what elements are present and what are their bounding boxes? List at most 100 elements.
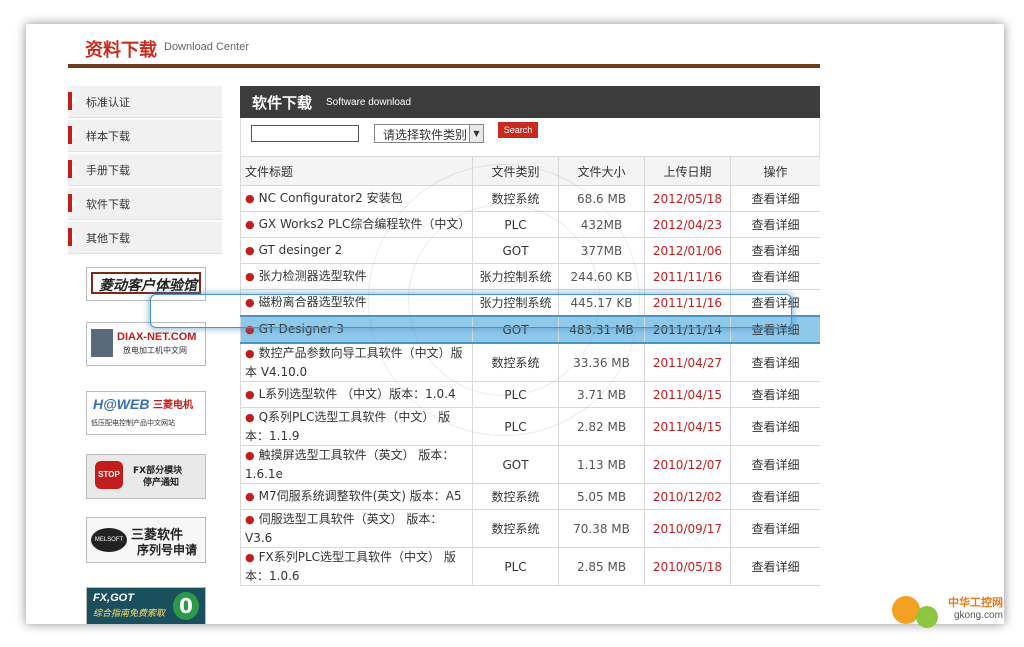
column-header-category: 文件类别 [472,156,559,186]
sidebar-item-other[interactable]: 其他下载 [68,222,222,254]
bullet-icon: ● [245,323,255,336]
file-size: 5.05 MB [558,483,645,510]
ad-banner-mitsubishi-electric[interactable]: H@WEB 三菱电机 低压配电控制产品中文网站 [86,391,206,435]
bullet-icon: ● [245,218,255,231]
arrow-right-icon [72,233,76,241]
gear-icon [916,606,938,628]
view-details-link-text: 查看详细 [751,420,800,434]
file-title-link-text: L系列选型软件 （中文）版本：1.0.4 [258,387,456,401]
melsoft-logo-icon: MELSOFT [91,528,127,552]
view-details-link[interactable]: 查看详细 [730,315,820,344]
file-size: 33.36 MB [558,342,645,382]
view-details-link[interactable]: 查看详细 [730,445,820,484]
column-header-title: 文件标题 [240,156,473,186]
file-title-link[interactable]: ● Q系列PLC选型工具软件（中文） 版本：1.1.9 [240,407,473,446]
ad-text: DIAX-NET.COM [117,331,197,343]
file-category: GOT [472,237,559,264]
file-title-link-text: 伺服选型工具软件（英文） 版本：V3.6 [245,512,443,545]
upload-date: 2011/04/15 [644,407,731,446]
file-category-text: PLC [504,419,527,434]
view-details-link[interactable]: 查看详细 [730,211,820,238]
file-category-text: 数控系统 [491,192,540,206]
view-details-link[interactable]: 查看详细 [730,342,820,382]
bullet-icon: ● [245,347,255,360]
ad-subtext: 序列号申请 [137,543,198,557]
watermark-url: gkong.com [954,610,1003,621]
file-size-text: 483.31 MB [569,322,634,337]
search-button[interactable]: Search [498,122,538,138]
file-title-link[interactable]: ● NC Configurator2 安装包 [240,185,473,212]
file-title-link[interactable]: ● 数控产品参数向导工具软件（中文）版本 V4.10.0 [240,342,473,382]
ad-banner-diax-net[interactable]: DIAX-NET.COM 放电加工机中文网 [86,322,206,366]
table-row: ● 磁粉离合器选型软件 张力控制系统 445.17 KB 2011/11/16 查看详细 [240,289,820,317]
view-details-link-text: 查看详细 [751,560,800,574]
ad-banner-fx-got-guide[interactable]: FX,GOT 综合指南免费索取 0 [86,587,206,624]
view-details-link-text: 查看详细 [751,458,800,472]
file-title-link[interactable]: ● L系列选型软件 （中文）版本：1.0.4 [240,381,473,408]
file-size-text: 5.05 MB [576,489,627,504]
bullet-icon: ● [245,244,255,257]
file-title-link-text: 数控产品参数向导工具软件（中文）版本 V4.10.0 [245,346,463,379]
category-select-value: 请选择软件类别 [382,128,467,142]
file-title-link[interactable]: ● 触摸屏选型工具软件（英文） 版本：1.6.1e [240,445,473,484]
page-header: 资料下载 Download Center [68,24,820,70]
upload-date-text: 2011/04/27 [652,355,723,370]
file-title-link-text: 磁粉离合器选型软件 [258,295,367,309]
file-title-link[interactable]: ● GX Works2 PLC综合编程软件（中文） [240,211,473,238]
view-details-link[interactable]: 查看详细 [730,483,820,510]
table-row: ● 伺服选型工具软件（英文） 版本：V3.6 数控系统 70.38 MB 2010/09… [240,509,820,548]
chevron-down-icon[interactable]: ▼ [469,125,483,142]
ad-subtext: 停产通知 [143,478,180,488]
ad-subtext: 低压配电控制产品中文网站 [91,419,175,427]
view-details-link[interactable]: 查看详细 [730,407,820,446]
ad-banner-experience-hall[interactable]: 菱动客户体验馆 [86,267,206,301]
view-details-link[interactable]: 查看详细 [730,381,820,408]
sidebar-item-samples[interactable]: 样本下载 [68,120,222,152]
upload-date: 2011/11/14 [644,315,731,344]
ad-banner-melsoft-serial[interactable]: MELSOFT 三菱软件 序列号申请 [86,517,206,563]
file-title-link[interactable]: ● M7伺服系统调整软件(英文) 版本：A5 [240,483,473,510]
file-title-link[interactable]: ● GT desinger 2 [240,237,473,264]
file-title-link-text: FX系列PLC选型工具软件（中文） 版本：1.0.6 [245,550,456,583]
file-category: GOT [472,315,559,344]
file-category: PLC [472,381,559,408]
view-details-link[interactable]: 查看详细 [730,263,820,290]
upload-date-text: 2011/11/16 [652,295,723,310]
file-category-text: 张力控制系统 [479,296,552,310]
file-size-text: 2.85 MB [576,559,627,574]
gkong-watermark: 中华工控网 gkong.com [888,588,1014,632]
upload-date: 2010/05/18 [644,547,731,586]
view-details-link[interactable]: 查看详细 [730,509,820,548]
sidebar-item-standards[interactable]: 标准认证 [68,86,222,118]
ad-banner-fx-notice[interactable]: STOP FX部分模块 停产通知 [86,454,206,499]
file-category: 数控系统 [472,483,559,510]
view-details-link[interactable]: 查看详细 [730,547,820,586]
arrow-right-icon [72,131,76,139]
sidebar-item-manuals[interactable]: 手册下载 [68,154,222,186]
file-title-link[interactable]: ● 张力检测器选型软件 [240,263,473,290]
file-title-link-text: 张力检测器选型软件 [258,269,367,283]
file-category: 数控系统 [472,342,559,382]
view-details-link[interactable]: 查看详细 [730,289,820,317]
search-input[interactable] [251,125,359,142]
file-category-text: PLC [504,217,527,232]
section-title: 软件下载 [252,94,313,112]
view-details-link[interactable]: 查看详细 [730,185,820,212]
file-title-link-text: NC Configurator2 安装包 [258,191,403,205]
machine-icon [91,329,113,357]
category-select[interactable]: 请选择软件类别 ▼ [374,124,484,143]
file-size-text: 3.71 MB [576,387,627,402]
file-title-link[interactable]: ● GT Designer 3 [240,315,473,344]
ad-text: 菱动客户体验馆 [99,278,197,294]
view-details-link[interactable]: 查看详细 [730,237,820,264]
file-title-link[interactable]: ● 伺服选型工具软件（英文） 版本：V3.6 [240,509,473,548]
file-title-link[interactable]: ● FX系列PLC选型工具软件（中文） 版本：1.0.6 [240,547,473,586]
upload-date: 2012/05/18 [644,185,731,212]
sidebar-item-label: 软件下载 [86,198,130,211]
file-category-text: GOT [502,322,529,337]
file-title-link[interactable]: ● 磁粉离合器选型软件 [240,289,473,317]
sidebar-item-software[interactable]: 软件下载 [68,188,222,220]
file-title-link-text: GX Works2 PLC综合编程软件（中文） [258,217,471,231]
upload-date-text: 2010/12/07 [652,457,723,472]
file-size-text: 68.6 MB [576,191,627,206]
